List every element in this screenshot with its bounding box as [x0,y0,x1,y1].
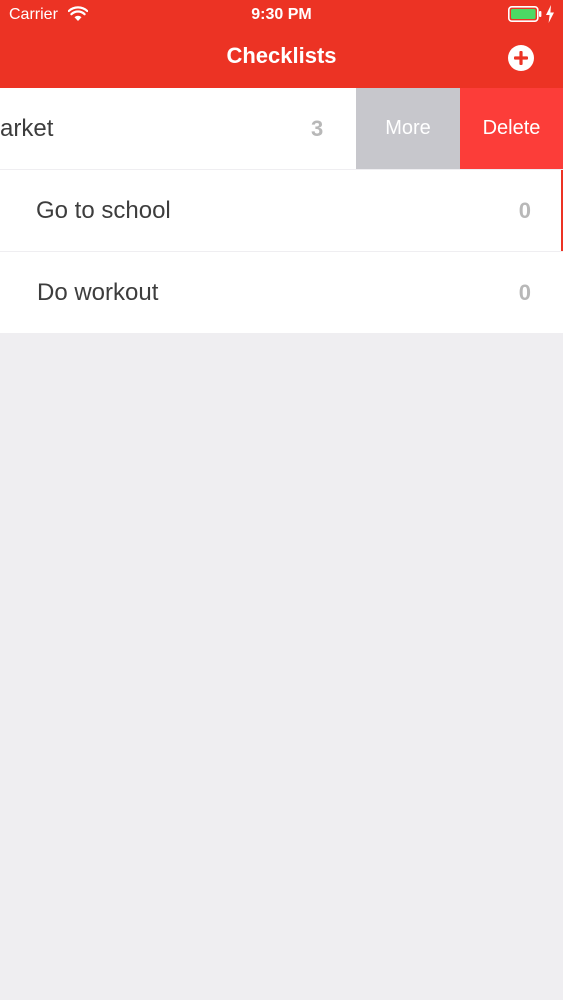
more-button[interactable]: More [356,88,460,169]
list-item-label: arket [0,115,54,142]
list-item-label: Do workout [37,279,159,306]
add-checklist-button[interactable] [507,44,535,72]
list-item[interactable]: Do workout 0 [0,252,563,333]
delete-button[interactable]: Delete [460,88,563,169]
list-item[interactable]: arket 3 More Delete [0,88,563,169]
checklists-screen: Carrier 9:30 PM Checklists arket 3 More … [0,0,563,1000]
list-item-count: 0 [518,280,531,305]
charging-icon [546,5,554,23]
page-title: Checklists [226,43,337,68]
list-item-count: 3 [311,116,324,141]
header: Carrier 9:30 PM Checklists [0,0,563,88]
list-item-label: Go to school [36,197,171,224]
list-item-count: 0 [518,198,531,223]
list-item[interactable]: Go to school 0 [0,170,563,251]
checklist-list: arket 3 More Delete Go to school 0 Do wo… [0,88,563,333]
status-time: 9:30 PM [251,6,312,23]
status-bar: Carrier 9:30 PM [0,0,563,30]
battery-icon [508,6,542,22]
